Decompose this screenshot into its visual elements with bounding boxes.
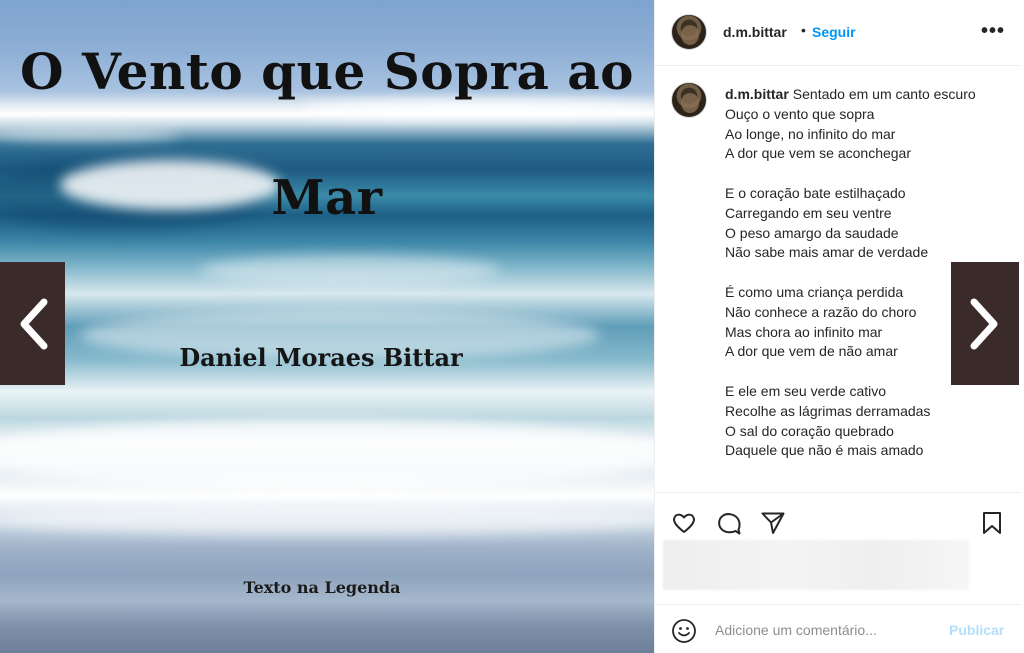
separator-dot: • <box>801 22 806 38</box>
comment-input[interactable] <box>715 620 915 640</box>
stanza-2: E o coração bate estilhaçado Carregando … <box>725 184 1015 263</box>
foam-shape <box>0 505 654 535</box>
caption-username[interactable]: d.m.bittar <box>725 86 789 102</box>
foam-shape <box>200 255 500 285</box>
caption-line: E o coração bate estilhaçado <box>725 184 906 201</box>
chevron-right-icon <box>970 298 998 349</box>
more-options-icon[interactable]: ••• <box>981 20 1005 43</box>
comment-icon[interactable] <box>716 510 742 536</box>
comment-bar: Publicar <box>655 604 1021 653</box>
caption-line: Ouço o vento que sopra <box>725 105 875 122</box>
cover-footer: Texto na Legenda <box>243 578 401 597</box>
header-username[interactable]: d.m.bittar <box>723 24 787 40</box>
stanza-4: E ele em seu verde cativo Recolhe as lág… <box>725 382 1015 461</box>
caption-line: O peso amargo da saudade <box>725 224 899 241</box>
heart-icon[interactable] <box>671 510 697 536</box>
caption-line: Carregando em seu ventre <box>725 204 892 221</box>
foam-shape <box>300 100 654 118</box>
previous-button[interactable] <box>0 262 65 385</box>
chevron-left-icon <box>20 298 47 349</box>
avatar[interactable] <box>671 14 707 50</box>
likes-area-blurred <box>663 540 969 590</box>
caption-avatar[interactable] <box>671 82 707 118</box>
caption-line: A dor que vem se aconchegar <box>725 145 912 162</box>
caption-line: Ao longe, no infinito do mar <box>725 125 896 142</box>
bookmark-icon[interactable] <box>979 510 1005 536</box>
share-icon[interactable] <box>760 510 786 536</box>
caption-line: Recolhe as lágrimas derramadas <box>725 402 931 419</box>
foam-shape <box>0 420 654 490</box>
cover-title-line1: O Vento que Sopra ao <box>19 42 635 101</box>
cover-author: Daniel Moraes Bittar <box>179 343 463 372</box>
caption-line: O sal do coração quebrado <box>725 422 894 439</box>
foam-shape <box>0 128 180 142</box>
caption-line: Não sabe mais amar de verdade <box>725 244 929 261</box>
follow-button[interactable]: Seguir <box>812 24 856 40</box>
stanza-1: Ouço o vento que sopra Ao longe, no infi… <box>725 105 1015 164</box>
post-header: d.m.bittar • Seguir ••• <box>655 0 1021 66</box>
publish-button[interactable]: Publicar <box>949 622 1004 638</box>
post-image: O Vento que Sopra ao Mar Daniel Moraes B… <box>0 0 654 653</box>
caption-first-line: Sentado em um canto escuro <box>792 86 976 102</box>
emoji-icon[interactable] <box>671 618 697 644</box>
next-button[interactable] <box>951 262 1019 385</box>
caption-line: Daquele que não é mais amado <box>725 442 924 459</box>
cover-title-line2: Mar <box>271 170 383 226</box>
